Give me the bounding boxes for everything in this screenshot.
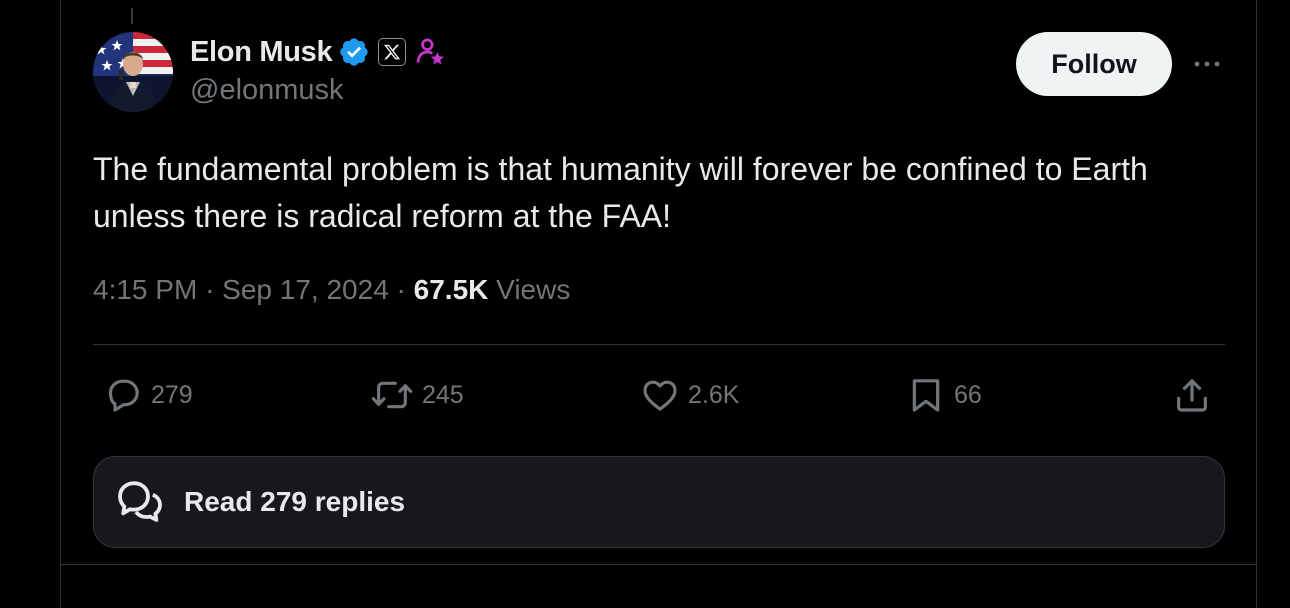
repost-count: 245 (422, 380, 464, 409)
tweet-time[interactable]: 4:15 PM (93, 274, 197, 305)
bookmark-count: 66 (954, 380, 982, 409)
share-action[interactable] (1172, 372, 1212, 418)
reply-action[interactable]: 279 (103, 372, 193, 418)
meta-separator: · (396, 274, 406, 305)
share-icon (1177, 379, 1207, 412)
author-display-name[interactable]: Elon Musk (190, 36, 333, 69)
bookmark-action[interactable]: 66 (906, 372, 982, 418)
author-handle[interactable]: @elonmusk (190, 74, 344, 107)
more-options-icon[interactable] (1191, 54, 1223, 74)
verified-badge-icon[interactable] (338, 36, 370, 68)
reply-icon (108, 379, 139, 412)
bottom-divider (60, 564, 1257, 565)
follow-button[interactable]: Follow (1016, 32, 1172, 96)
chat-bubbles-icon (118, 481, 162, 522)
like-action[interactable]: 2.6K (640, 372, 739, 418)
tweet-text: The fundamental problem is that humanity… (93, 151, 1148, 234)
reply-count: 279 (151, 380, 193, 409)
heart-icon (643, 380, 677, 411)
repost-action[interactable]: 245 (370, 372, 464, 418)
like-count: 2.6K (688, 380, 740, 409)
creator-subscriber-icon[interactable] (414, 36, 446, 68)
bookmark-icon (912, 379, 940, 412)
tweet-metadata: 4:15 PM · Sep 17, 2024 · 67.5K Views (93, 274, 570, 306)
read-replies-label: Read 279 replies (184, 486, 406, 517)
x-logo-icon (384, 44, 401, 60)
avatar[interactable] (93, 32, 173, 112)
affiliate-badge[interactable] (378, 38, 407, 66)
views-label: Views (496, 274, 571, 305)
repost-icon (371, 381, 413, 409)
read-replies-button[interactable]: Read 279 replies (93, 456, 1225, 548)
tweet-date[interactable]: Sep 17, 2024 (222, 274, 389, 305)
views-count[interactable]: 67.5K (414, 274, 489, 305)
thread-connector-line (131, 8, 133, 24)
avatar-image (93, 32, 173, 112)
divider (93, 344, 1225, 345)
meta-separator: · (205, 274, 215, 305)
author-name-row: Elon Musk (190, 34, 446, 70)
